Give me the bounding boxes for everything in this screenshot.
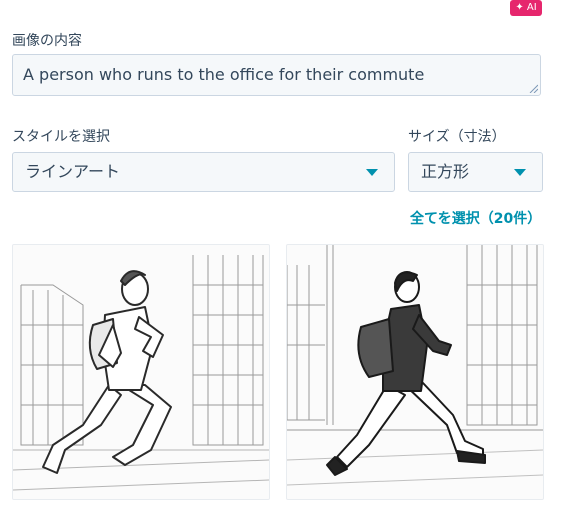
description-label: 画像の内容	[12, 33, 82, 49]
walking-woman-illustration	[287, 245, 543, 499]
image-description-input[interactable]: A person who runs to the office for thei…	[12, 54, 541, 96]
size-select-value: 正方形	[421, 162, 470, 181]
style-select[interactable]: ラインアート	[12, 152, 395, 192]
generated-image-2[interactable]	[286, 244, 544, 500]
size-select-label: サイズ（寸法）	[408, 129, 506, 145]
select-all-link[interactable]: 全てを選択（20件）	[410, 208, 541, 228]
style-select-value: ラインアート	[25, 162, 121, 181]
generated-image-1[interactable]	[12, 244, 270, 500]
running-man-illustration	[13, 245, 269, 499]
ai-badge: ✦ AI	[510, 0, 542, 16]
image-description-value: A person who runs to the office for thei…	[23, 65, 425, 84]
size-select[interactable]: 正方形	[408, 152, 543, 192]
style-select-label: スタイルを選択	[12, 129, 110, 145]
chevron-down-icon	[366, 169, 378, 176]
chevron-down-icon	[514, 169, 526, 176]
resize-grip-icon[interactable]	[528, 83, 538, 93]
